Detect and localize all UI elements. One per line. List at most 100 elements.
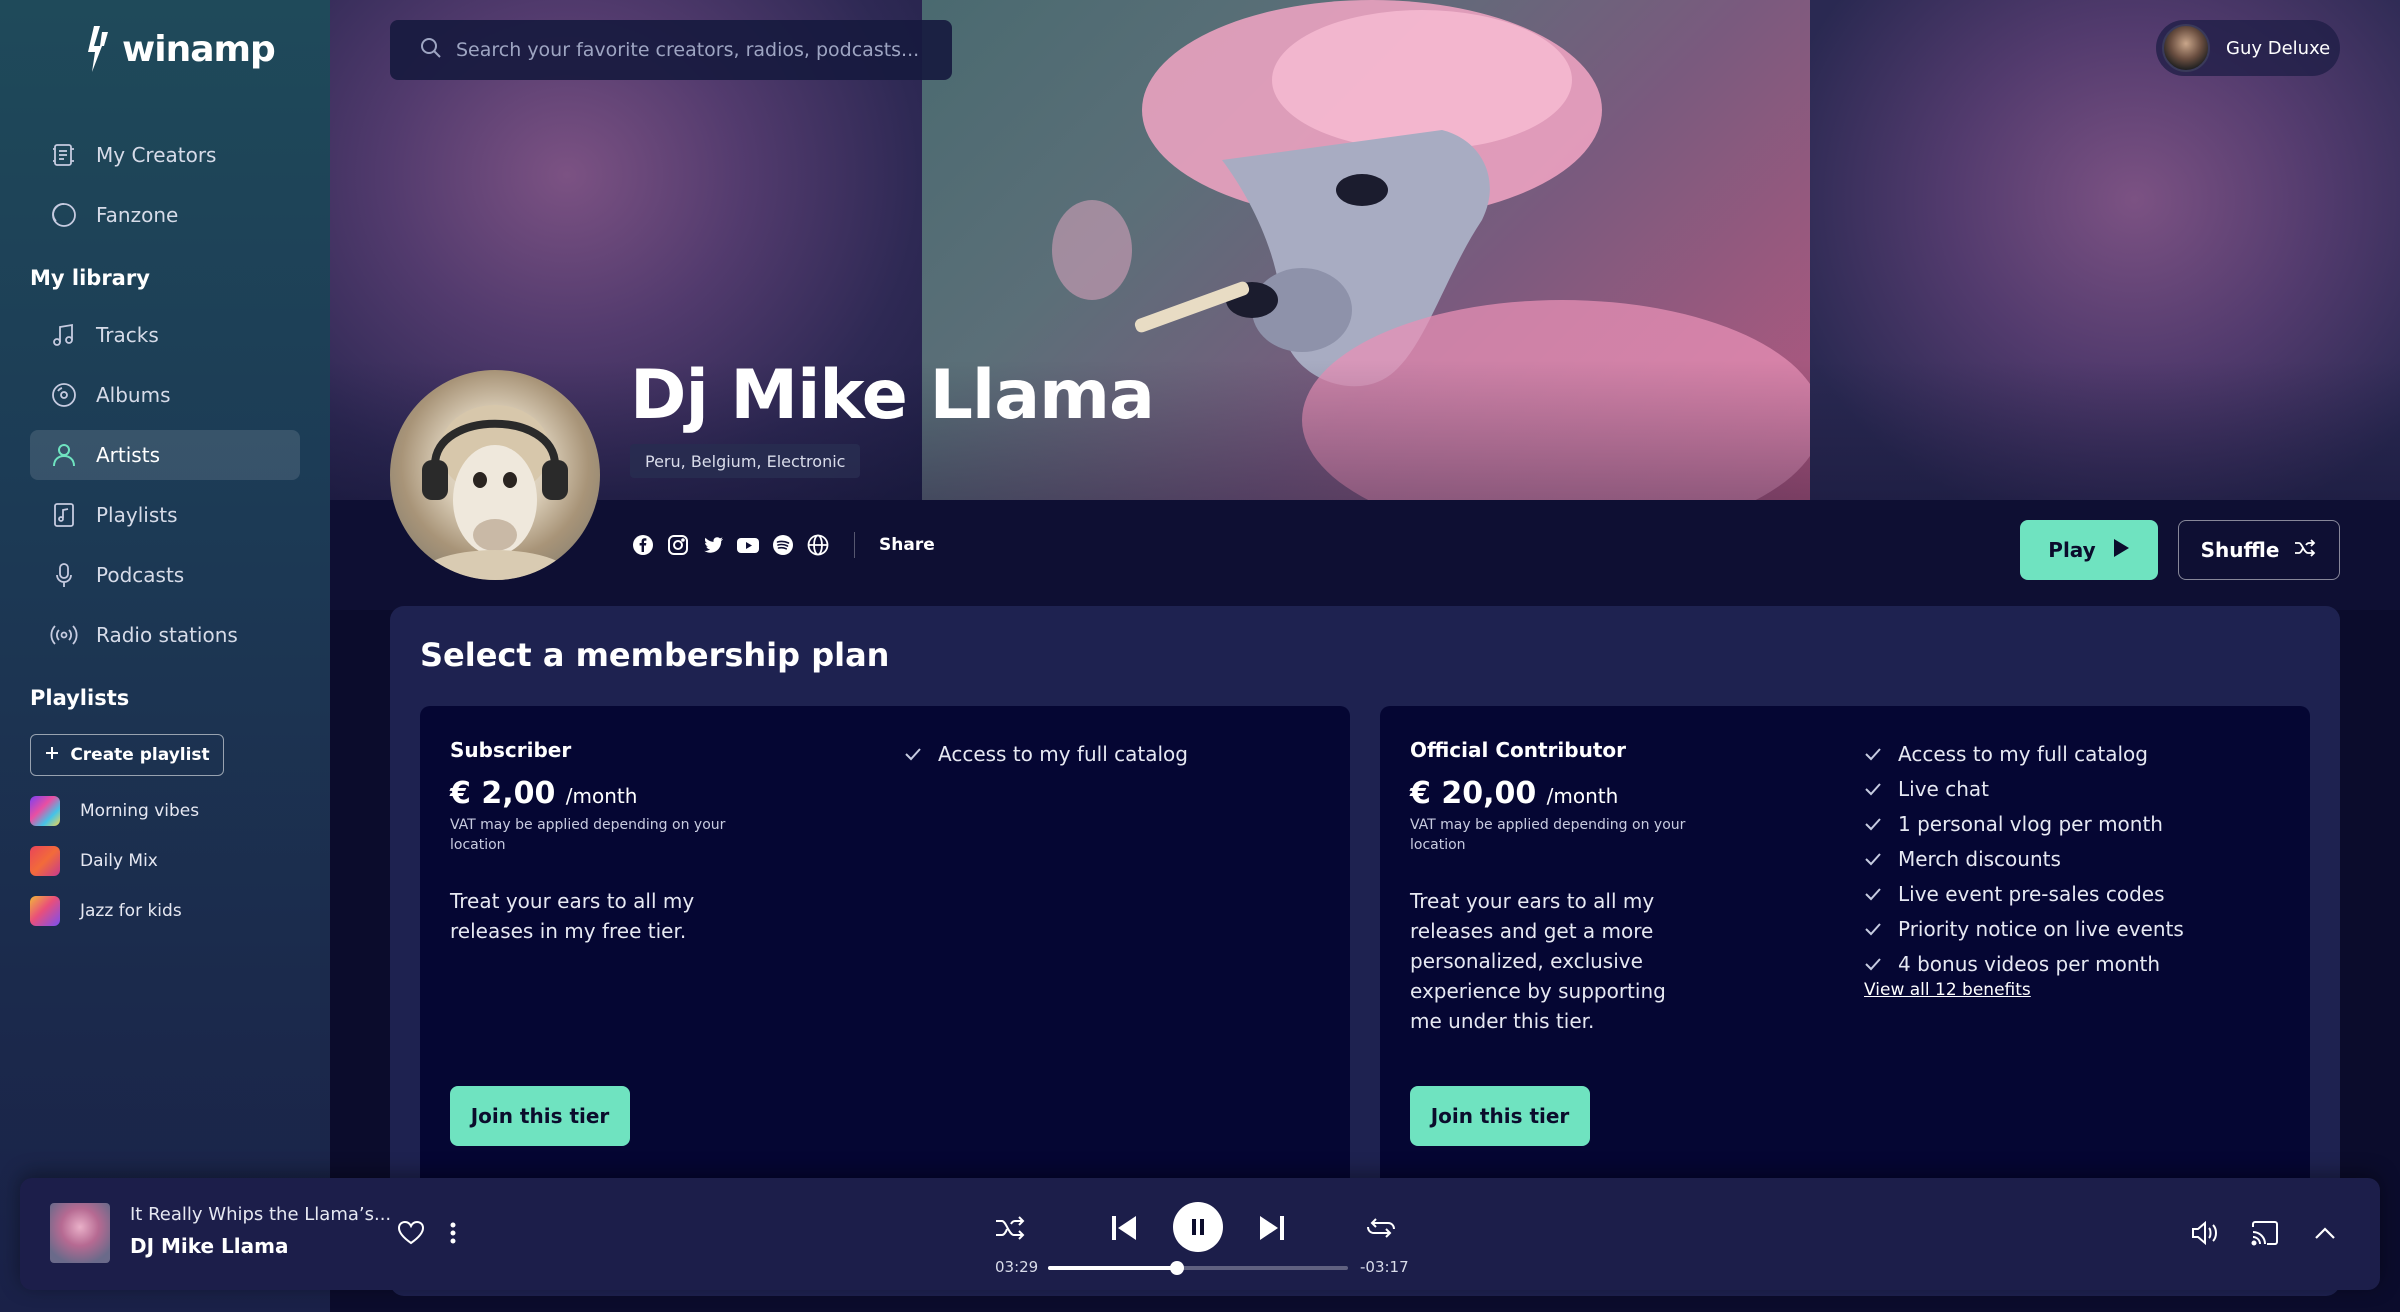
progress-bar[interactable]: [1048, 1261, 1348, 1275]
winamp-logo[interactable]: winamp: [86, 24, 276, 74]
user-menu[interactable]: Guy Deluxe: [2156, 20, 2340, 76]
progress-handle[interactable]: [1170, 1261, 1184, 1275]
benefit-item: 1 personal vlog per month: [1864, 806, 2184, 841]
nav-radio-stations[interactable]: Radio stations: [30, 610, 300, 660]
benefit-item: 4 bonus videos per month: [1864, 946, 2184, 981]
check-icon: [1865, 922, 1881, 935]
playlist-label: Daily Mix: [80, 851, 158, 871]
tier-description: Treat your ears to all my releases in my…: [450, 889, 695, 943]
globe-icon[interactable]: [805, 533, 830, 558]
benefit-label: 1 personal vlog per month: [1898, 811, 2163, 836]
create-playlist-button[interactable]: Create playlist: [30, 734, 224, 776]
track-artist[interactable]: DJ Mike Llama: [130, 1234, 289, 1258]
now-playing-cover[interactable]: [50, 1203, 110, 1263]
previous-track-icon[interactable]: [1108, 1212, 1140, 1244]
playlist-item-jazz-for-kids[interactable]: Jazz for kids: [30, 896, 182, 926]
shuffle-button[interactable]: Shuffle: [2178, 520, 2340, 580]
membership-title: Select a membership plan: [420, 636, 890, 674]
playlist-item-morning-vibes[interactable]: Morning vibes: [30, 796, 199, 826]
spotify-icon[interactable]: [770, 533, 795, 558]
price-period: /month: [1546, 784, 1619, 808]
nav-my-creators[interactable]: My Creators: [30, 130, 300, 180]
playlists-section-title: Playlists: [30, 686, 130, 710]
youtube-icon[interactable]: [735, 533, 760, 558]
tier-price: € 20,00 /month: [1410, 776, 1618, 811]
playlist-thumbnail: [30, 896, 60, 926]
instagram-icon[interactable]: [665, 533, 690, 558]
nav-tracks[interactable]: Tracks: [30, 310, 300, 360]
create-playlist-label: Create playlist: [70, 745, 210, 765]
album-icon: [50, 381, 78, 409]
artist-avatar: [390, 370, 600, 580]
price-period: /month: [565, 784, 638, 808]
nav-label: Fanzone: [96, 203, 179, 227]
benefit-item: Live chat: [1864, 771, 2184, 806]
player-bar: It Really Whips the Llama’s... DJ Mike L…: [20, 1178, 2380, 1290]
llama-headphones-portrait: [415, 405, 575, 580]
view-all-benefits-link[interactable]: View all 12 benefits: [1864, 980, 2031, 1000]
facebook-icon[interactable]: [630, 533, 655, 558]
nav-label: Podcasts: [96, 563, 185, 587]
search-input[interactable]: Search your favorite creators, radios, p…: [390, 20, 952, 80]
benefit-label: 4 bonus videos per month: [1898, 951, 2161, 976]
shuffle-icon: [2293, 538, 2317, 563]
nav-label: Artists: [96, 443, 160, 467]
nav-label: Albums: [96, 383, 171, 407]
nav-albums[interactable]: Albums: [30, 370, 300, 420]
avatar: [2162, 24, 2210, 72]
cast-icon[interactable]: [2248, 1216, 2282, 1250]
playlist-icon: [50, 501, 78, 529]
nav-playlists[interactable]: Playlists: [30, 490, 300, 540]
benefit-label: Live event pre-sales codes: [1898, 881, 2165, 906]
search-placeholder: Search your favorite creators, radios, p…: [456, 39, 920, 61]
nav-fanzone[interactable]: Fanzone: [30, 190, 300, 240]
nav-label: Tracks: [96, 323, 159, 347]
fanzone-icon: [50, 201, 78, 229]
benefit-item: Merch discounts: [1864, 841, 2184, 876]
join-tier-button[interactable]: Join this tier: [1410, 1086, 1590, 1146]
benefit-list: Access to my full catalog: [904, 736, 1188, 771]
library-section-title: My library: [30, 266, 150, 290]
check-icon: [1865, 782, 1881, 795]
check-icon: [905, 747, 921, 760]
artist-name: Dj Mike Llama: [630, 356, 1155, 435]
play-icon: [2112, 538, 2130, 563]
check-icon: [1865, 817, 1881, 830]
volume-icon[interactable]: [2188, 1216, 2222, 1250]
benefit-label: Priority notice on live events: [1898, 916, 2184, 941]
share-button[interactable]: Share: [879, 535, 935, 555]
nav-podcasts[interactable]: Podcasts: [30, 550, 300, 600]
creators-icon: [50, 141, 78, 169]
heart-icon[interactable]: [396, 1218, 426, 1248]
winamp-bolt-icon: [88, 26, 108, 72]
play-button[interactable]: Play: [2020, 520, 2158, 580]
benefit-label: Live chat: [1898, 776, 1989, 801]
next-track-icon[interactable]: [1256, 1212, 1288, 1244]
benefit-item: Live event pre-sales codes: [1864, 876, 2184, 911]
chevron-up-icon[interactable]: [2308, 1216, 2342, 1250]
benefit-list: Access to my full catalog Live chat 1 pe…: [1864, 736, 2184, 981]
pause-icon: [1192, 1219, 1204, 1235]
join-tier-button[interactable]: Join this tier: [450, 1086, 630, 1146]
nav-label: Radio stations: [96, 623, 238, 647]
nav-label: My Creators: [96, 143, 217, 167]
playlist-item-daily-mix[interactable]: Daily Mix: [30, 846, 158, 876]
divider: [854, 532, 855, 558]
nav-label: Playlists: [96, 503, 178, 527]
app-name: winamp: [122, 28, 276, 70]
benefit-item: Access to my full catalog: [904, 736, 1188, 771]
pause-button[interactable]: [1173, 1202, 1223, 1252]
repeat-icon[interactable]: [1364, 1212, 1398, 1244]
playlist-label: Morning vibes: [80, 801, 200, 821]
more-options-icon[interactable]: [446, 1218, 460, 1248]
search-icon: [420, 37, 442, 64]
twitter-icon[interactable]: [700, 533, 725, 558]
tier-description: Treat your ears to all my releases and g…: [1410, 889, 1666, 1033]
shuffle-icon[interactable]: [994, 1212, 1026, 1244]
radio-icon: [50, 621, 78, 649]
vat-note: VAT may be applied depending on your loc…: [450, 817, 726, 853]
check-icon: [1865, 747, 1881, 760]
track-title[interactable]: It Really Whips the Llama’s...: [130, 1204, 391, 1225]
playlist-thumbnail: [30, 846, 60, 876]
nav-artists[interactable]: Artists: [30, 430, 300, 480]
